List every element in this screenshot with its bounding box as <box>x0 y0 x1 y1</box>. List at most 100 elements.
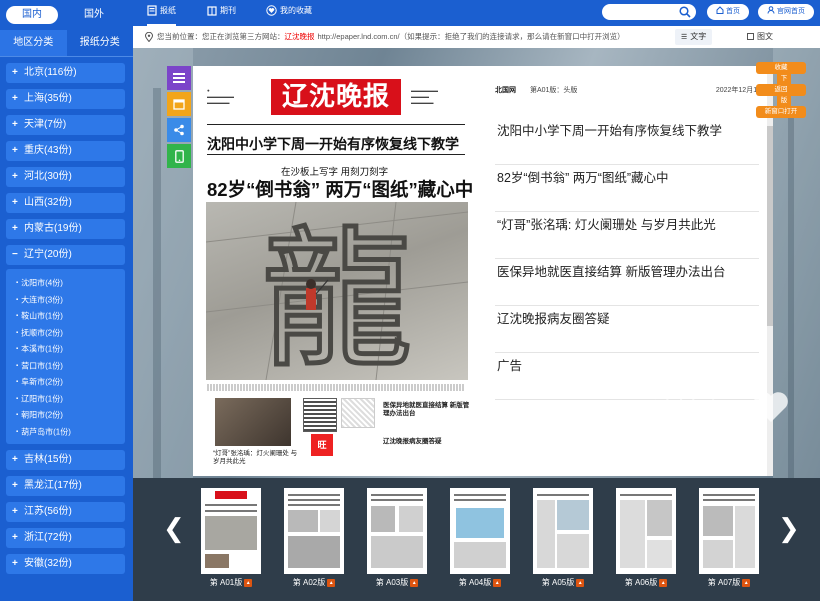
pdf-icon[interactable]: ▲ <box>244 578 253 587</box>
city-item[interactable]: 营口市(1份) <box>16 358 125 375</box>
pdf-icon[interactable]: ▲ <box>576 578 585 587</box>
province-label: 重庆(43份) <box>24 145 72 156</box>
city-item[interactable]: 沈阳市(4份) <box>16 275 125 292</box>
location-url[interactable]: http://epaper.lnd.com.cn/ <box>318 32 400 41</box>
front-page-photo[interactable]: 龍 <box>206 202 468 380</box>
city-item[interactable]: 鞍山市(1份) <box>16 308 125 325</box>
page-thumbnail[interactable]: 第 A07版 ▲ <box>699 488 759 588</box>
image-icon <box>747 33 754 40</box>
province-item-expanded[interactable]: − 辽宁(20份) <box>6 245 125 265</box>
province-item[interactable]: + 江苏(56份) <box>6 502 125 522</box>
article-link[interactable]: 医保异地就医直接结算 新版管理办法出台 <box>497 264 759 280</box>
province-item[interactable]: + 河北(30份) <box>6 167 125 187</box>
divider <box>207 124 465 125</box>
pdf-icon[interactable]: ▲ <box>742 578 751 587</box>
issue-date: 2022年12月10 <box>715 87 761 94</box>
pdf-icon[interactable]: ▲ <box>493 578 502 587</box>
city-item[interactable]: 朝阳市(2份) <box>16 407 125 424</box>
tab-by-newspaper[interactable]: 报纸分类 <box>67 30 134 56</box>
bottom-right-headline[interactable]: 医保异地就医直接结算 新版管理办法出台 <box>383 402 473 418</box>
nav-favorites[interactable]: 我的收藏 <box>266 0 312 26</box>
back-button[interactable]: 返回 <box>756 84 806 96</box>
story-thumbnail[interactable] <box>215 398 291 446</box>
location-prefix: 您当前位置： <box>157 32 202 41</box>
city-item[interactable]: 抚顺市(2份) <box>16 325 125 342</box>
pdf-icon[interactable]: ▲ <box>410 578 419 587</box>
city-item[interactable]: 葫芦岛市(1份) <box>16 424 125 441</box>
article-link[interactable]: 沈阳中小学下周一开始有序恢复线下教学 <box>497 123 759 139</box>
city-item[interactable]: 辽阳市(1份) <box>16 391 125 408</box>
bottom-right-headline-2[interactable]: 辽沈晚报病友圈答疑 <box>383 438 473 446</box>
thumbnail-label: 第 A06版 ▲ <box>624 578 668 587</box>
tab-domestic[interactable]: 国内 <box>6 6 58 24</box>
pdf-icon[interactable]: ▲ <box>327 578 336 587</box>
province-item[interactable]: + 北京(116份) <box>6 63 125 83</box>
nav-journal[interactable]: 期刊 <box>207 0 236 26</box>
location-site[interactable]: 辽沈晚报 <box>285 32 315 41</box>
nav-label: 报纸 <box>160 6 176 15</box>
article-link[interactable]: 广告 <box>497 358 759 374</box>
pdf-icon[interactable]: ▲ <box>659 578 668 587</box>
chevron-left-icon[interactable]: ❮ <box>163 514 185 544</box>
province-item[interactable]: + 山西(32份) <box>6 193 125 213</box>
province-item[interactable]: + 浙江(72份) <box>6 528 125 548</box>
province-item[interactable]: + 黑龙江(17份) <box>6 476 125 496</box>
site-home-button[interactable]: 官网首页 <box>758 4 814 20</box>
tab-by-region[interactable]: 地区分类 <box>0 30 67 56</box>
headline-1[interactable]: 沈阳中小学下周一开始有序恢复线下教学 <box>207 134 459 154</box>
province-item[interactable]: + 上海(35份) <box>6 89 125 109</box>
tab-foreign[interactable]: 国外 <box>68 6 120 24</box>
plus-icon: + <box>12 93 18 104</box>
qr-code-secondary <box>341 398 375 428</box>
article-link[interactable]: 82岁“倒书翁” 两万“图纸”藏心中 <box>497 170 759 186</box>
province-label: 黑龙江(17份) <box>24 480 82 491</box>
divider <box>495 164 759 165</box>
page-thumbnail[interactable]: 第 A05版 ▲ <box>533 488 593 588</box>
search-icon[interactable] <box>679 6 691 18</box>
page-thumbnail-strip: ❮ ❯ 第 A01版 ▲ 第 A02版 ▲ 第 A03版 ▲ 第 A04版 ▲ … <box>133 478 820 601</box>
province-label: 山西(32份) <box>24 197 72 208</box>
thumbnail-label: 第 A01版 ▲ <box>209 578 253 587</box>
article-link[interactable]: 辽沈晚报病友圈答疑 <box>497 311 759 327</box>
view-text-tab[interactable]: ☰ 文字 <box>675 29 713 45</box>
calendar-icon <box>173 99 185 110</box>
province-item[interactable]: + 内蒙古(19份) <box>6 219 125 239</box>
article-link[interactable]: “灯哥”张洺瑀: 灯火阑珊处 与岁月共此光 <box>497 217 759 233</box>
province-item[interactable]: + 安徽(32份) <box>6 554 125 574</box>
page-thumbnail[interactable]: 第 A04版 ▲ <box>450 488 510 588</box>
thumbnail-image <box>450 488 510 574</box>
mobile-button[interactable] <box>167 144 191 168</box>
city-item[interactable]: 本溪市(1份) <box>16 341 125 358</box>
province-item[interactable]: + 重庆(43份) <box>6 141 125 161</box>
page-thumbnail[interactable]: 第 A01版 ▲ <box>201 488 261 588</box>
scrollbar-thumb[interactable] <box>767 126 773 326</box>
share-button[interactable] <box>167 118 191 142</box>
nav-newspaper[interactable]: 报纸 <box>147 0 176 26</box>
plus-icon: + <box>12 67 18 78</box>
city-item[interactable]: 阜新市(2份) <box>16 374 125 391</box>
plus-icon: + <box>12 454 18 465</box>
page-thumbnail[interactable]: 第 A06版 ▲ <box>616 488 676 588</box>
bottom-caption[interactable]: “灯哥”张洺瑀：灯火阑珊处 与岁月共此光 <box>213 450 303 466</box>
calendar-button[interactable] <box>167 92 191 116</box>
newspaper-page[interactable]: ● ▬▬▬▬▬▬ ▬▬▬▬▬ 辽沈晚报 ▬▬▬▬▬▬ ▬▬▬▬ ▬▬▬▬▬ 沈阳中小学下… <box>193 66 483 476</box>
province-item[interactable]: + 天津(7份) <box>6 115 125 135</box>
edition-button[interactable]: 版 <box>777 96 791 106</box>
home-button[interactable]: 首页 <box>707 4 749 20</box>
thumbnail-label: 第 A02版 ▲ <box>292 578 336 587</box>
page-thumbnail[interactable]: 第 A02版 ▲ <box>284 488 344 588</box>
home-icon <box>716 6 724 14</box>
favorite-button[interactable]: 收藏 <box>756 62 806 74</box>
open-new-window-button[interactable]: 新窗口打开 <box>756 106 806 118</box>
chevron-right-icon[interactable]: ❯ <box>778 514 800 544</box>
search-input[interactable] <box>602 4 696 20</box>
menu-button[interactable] <box>167 66 191 90</box>
headline-2[interactable]: 82岁“倒书翁” 两万“图纸”藏心中 <box>207 176 473 202</box>
city-item[interactable]: 大连市(3份) <box>16 292 125 309</box>
page-thumbnail[interactable]: 第 A03版 ▲ <box>367 488 427 588</box>
view-image-tab[interactable]: 图文 <box>747 29 773 45</box>
nav-label: 期刊 <box>220 6 236 15</box>
province-item[interactable]: + 吉林(15份) <box>6 450 125 470</box>
next-page-button[interactable]: 下 <box>777 74 791 84</box>
divider <box>495 305 759 306</box>
